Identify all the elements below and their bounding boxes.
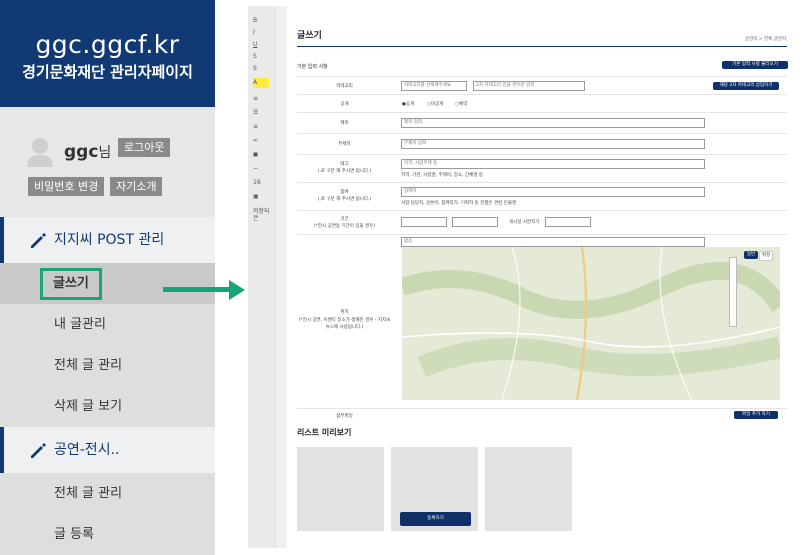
save-status: 저장되은 — [253, 208, 270, 222]
hr-button[interactable]: − — [253, 164, 269, 174]
period-label: 기간 — [340, 217, 349, 222]
category-select[interactable]: 카테고리를 선택해주세요 — [401, 81, 467, 91]
category-row: 카테고리 카테고리를 선택해주세요 2차 카테고리 있을 경우만 입력 해당 2… — [297, 76, 787, 94]
visibility-private-radio[interactable]: ○비공개 — [427, 101, 443, 107]
strike-button[interactable]: S — [253, 52, 269, 62]
video-button[interactable]: ◼ — [253, 150, 269, 160]
period-start-input[interactable] — [401, 217, 447, 227]
writer-label: 참여 — [340, 190, 349, 195]
admin-sidebar: ggc.ggcf.kr 경기문화재단 관리자페이지 ggc님 로그아웃 비밀번호… — [0, 0, 215, 555]
pencil-icon — [31, 233, 46, 248]
period-note: (*전시 공연등 기간이 있을 경우) — [313, 224, 376, 229]
tags-input[interactable]: 지역, 사업주제 등 — [401, 159, 705, 169]
location-input[interactable]: 없음 — [401, 237, 705, 247]
font-color-button[interactable]: A — [253, 78, 269, 88]
underline-button[interactable]: U — [253, 40, 269, 50]
subtitle-label: 부제목 — [338, 142, 351, 147]
nav-item-my-posts[interactable]: 내 글관리 — [0, 304, 215, 345]
period-end-input[interactable] — [452, 217, 498, 227]
attachment-row: 첨부파일 파일 추가 하기 — [297, 408, 787, 420]
user-suffix: 님 — [98, 145, 112, 161]
logout-button[interactable]: 로그아웃 — [118, 138, 171, 157]
tags-label: 태그 — [340, 162, 349, 167]
page-title: 글쓰기 — [297, 31, 322, 41]
category-label: 카테고리 — [336, 84, 353, 89]
post-date-input[interactable] — [545, 217, 591, 227]
writer-hint: 사업 담당자, 글쓴이, 참여작가, 기획자 등 진행은 관련 인물명 — [401, 201, 517, 206]
writer-note: (,로 구분 해 주시면 됩니다.) — [317, 197, 372, 202]
nav-section-label: 공연-전시.. — [54, 442, 120, 458]
tags-hint: 지역, 기관, 사업명, 주제어, 장소, 단체명 등 — [401, 173, 483, 178]
site-header: ggc.ggcf.kr 경기문화재단 관리자페이지 — [0, 0, 215, 107]
tags-note: (,로 구분 해 주시면 됩니다.) — [317, 169, 372, 174]
add-category-button[interactable]: 해당 2차 카테고리 삽입하기 — [713, 82, 779, 90]
location-label: 위치 — [340, 310, 349, 315]
section-label: 기본 입력 사항 — [297, 64, 328, 70]
title-input[interactable]: 제목 입력 — [401, 118, 705, 128]
change-password-button[interactable]: 비밀번호 변경 — [28, 177, 105, 196]
site-name: ggc.ggcf.kr — [35, 30, 180, 59]
preview-card — [485, 447, 572, 531]
period-row: 기간 (*전시 공연등 기간이 있을 경우) 게시일 시한지기 — [297, 210, 787, 234]
load-basic-button[interactable]: 기본 입력 사항 불러오기 — [722, 61, 788, 69]
writer-input[interactable]: 참여자 — [401, 187, 705, 197]
map-graphic — [402, 247, 780, 400]
image-icon[interactable]: ▣ — [253, 192, 269, 202]
category-input[interactable]: 2차 카테고리 있을 경우만 입력 — [473, 81, 585, 91]
location-note: (*전시 공연, 이벤트 장소가 정해진 경우 - 지지씨뉴스에 사용됩니다.) — [298, 318, 391, 330]
indent-button[interactable]: ≡ — [253, 122, 269, 132]
user-avatar-icon — [27, 138, 53, 167]
title-label: 제목 — [340, 121, 349, 126]
list-button[interactable]: ☰ — [253, 108, 269, 118]
location-map[interactable]: 일반 위성 — [402, 247, 780, 400]
profile-button[interactable]: 자기소개 — [110, 177, 163, 196]
nav-item-deleted[interactable]: 삭제 글 보기 — [0, 386, 215, 427]
subtitle-row: 부제목 부제목 입력 — [297, 133, 787, 154]
tags-row: 태그 (,로 구분 해 주시면 됩니다.) 지역, 사업주제 등 지역, 기관,… — [297, 154, 787, 182]
italic-button[interactable]: I — [253, 28, 269, 38]
breadcrumb: 글관리 > 전체 글관리 — [744, 37, 786, 42]
visibility-public-radio[interactable]: ●공개 — [402, 101, 414, 107]
title-divider — [297, 46, 787, 47]
site-subtitle: 경기문화재단 관리자페이지 — [22, 63, 193, 81]
nav-item-all-posts[interactable]: 전체 글 관리 — [0, 345, 215, 386]
font-size-select[interactable]: 16 — [253, 178, 269, 188]
nav-item-show-all[interactable]: 전체 글 관리 — [0, 473, 215, 514]
nav-section-show[interactable]: 공연-전시.. — [0, 427, 215, 473]
title-row: 제목 제목 입력 — [297, 112, 787, 133]
link-icon[interactable]: ∞ — [253, 136, 269, 146]
map-satellite-button[interactable]: 위성 — [759, 251, 773, 261]
map-normal-button[interactable]: 일반 — [744, 251, 758, 259]
visibility-reserve-radio[interactable]: ○예약 — [455, 101, 467, 107]
subscript-button[interactable]: S — [253, 64, 269, 74]
align-button[interactable]: ≡ — [253, 94, 269, 104]
visibility-row: 공개 ●공개 ○비공개 ○예약 — [297, 94, 787, 112]
attachment-label: 첨부파일 — [336, 414, 353, 419]
user-panel: ggc님 로그아웃 비밀번호 변경 자기소개 — [0, 107, 215, 217]
register-button[interactable]: 등록하기 — [400, 512, 471, 526]
writer-row: 참여 (,로 구분 해 주시면 됩니다.) 참여자 사업 담당자, 글쓴이, 참… — [297, 182, 787, 210]
write-form: 글쓰기 글관리 > 전체 글관리 기본 입력 사항 기본 입력 사항 불러오기 … — [287, 6, 801, 548]
nav-section-post[interactable]: 지지씨 POST 관리 — [0, 217, 215, 263]
nav-item-show-register[interactable]: 글 등록 — [0, 514, 215, 555]
user-name: ggc님 — [64, 142, 111, 162]
nav-item-label: 글쓰기 — [40, 268, 102, 300]
bold-button[interactable]: B — [253, 16, 269, 26]
pencil-icon — [31, 443, 46, 458]
nav-section-label: 지지씨 POST 관리 — [54, 232, 165, 248]
map-zoom-slider[interactable] — [729, 257, 737, 327]
subtitle-input[interactable]: 부제목 입력 — [401, 139, 705, 149]
editor-toolbar: B I U S S A ≡ ☰ ≡ ∞ ◼ − 16 ▣ 저장되은 — [248, 6, 276, 548]
preview-card — [297, 447, 384, 531]
post-date-label: 게시일 시한지기 — [509, 220, 540, 225]
visibility-label: 공개 — [340, 102, 349, 107]
preview-title: 리스트 미리보기 — [297, 428, 352, 437]
user-id: ggc — [64, 142, 99, 162]
add-file-button[interactable]: 파일 추가 하기 — [734, 411, 778, 419]
arrow-right-icon — [163, 280, 245, 300]
